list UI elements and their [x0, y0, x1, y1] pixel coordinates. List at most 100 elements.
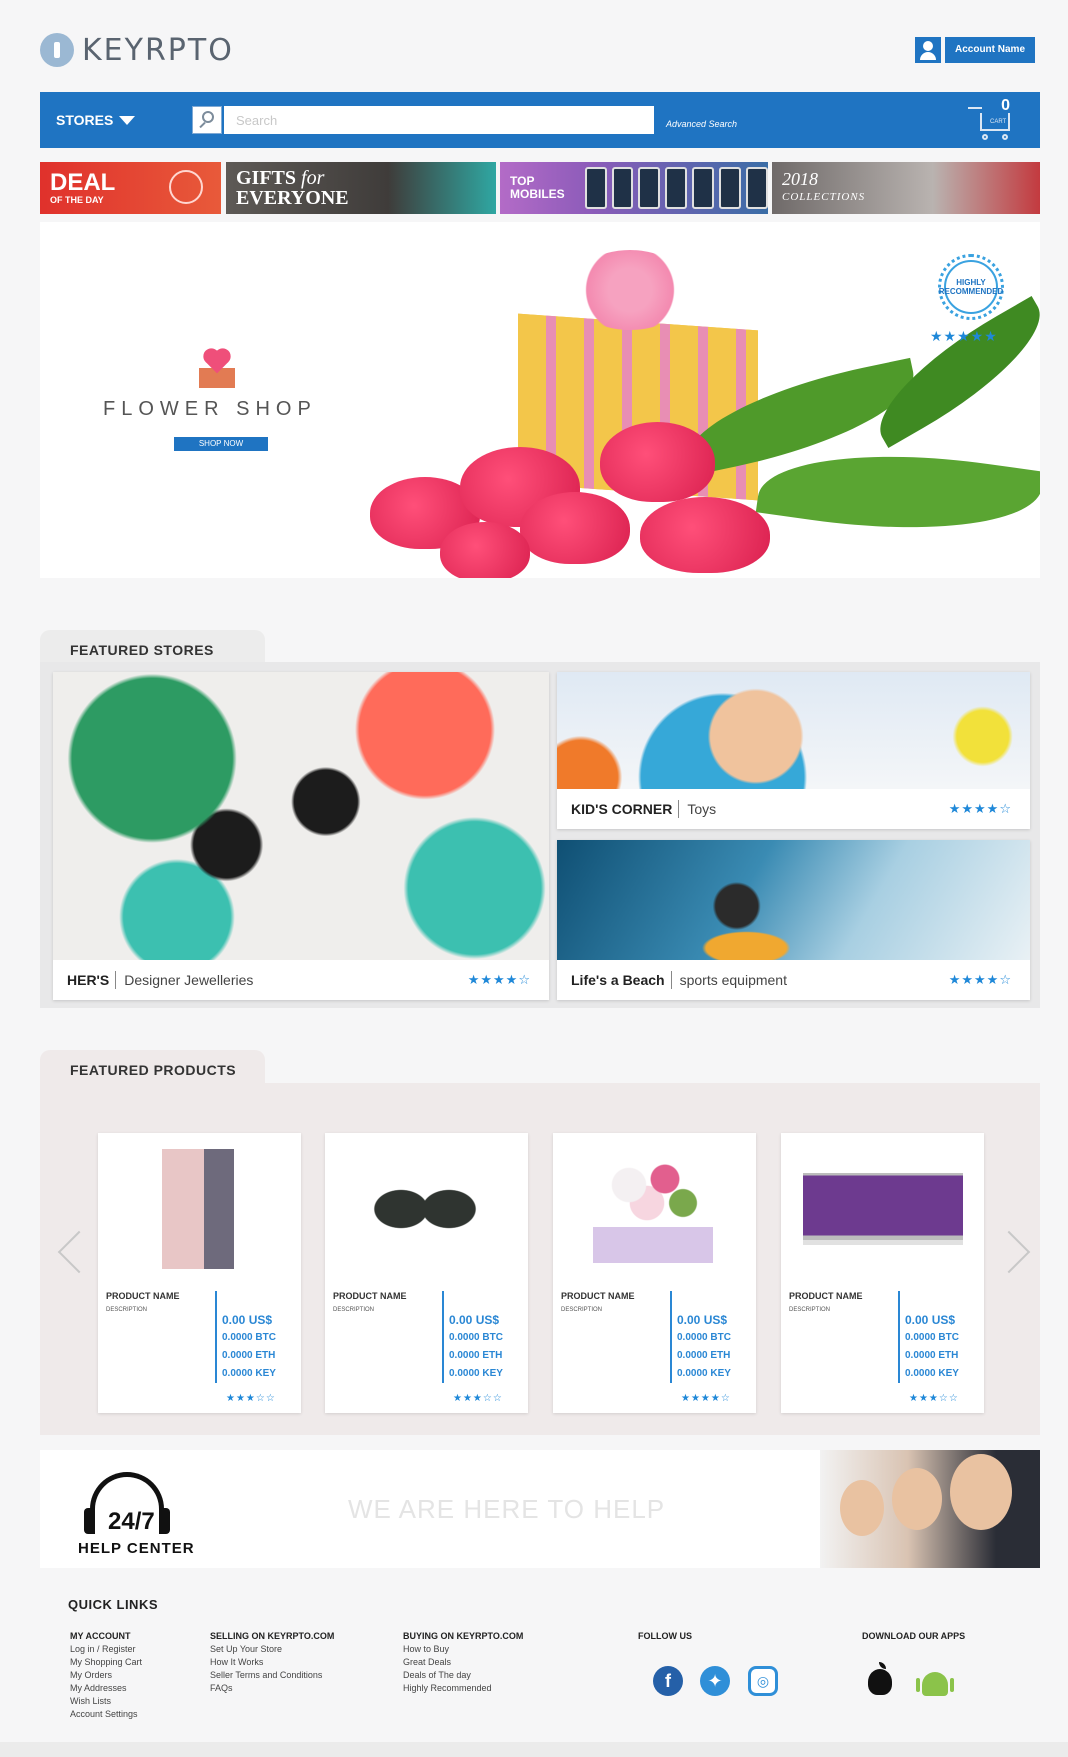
product-card[interactable]: PRODUCT NAME DESCRIPTION 0.00 US$ 0.0000… [325, 1133, 528, 1413]
price-eth: 0.0000 ETH [222, 1350, 276, 1361]
help-center-banner[interactable]: 24/7 HELP CENTER WE ARE HERE TO HELP [40, 1450, 1040, 1568]
product-card[interactable]: PRODUCT NAME DESCRIPTION 0.00 US$ 0.0000… [98, 1133, 301, 1413]
product-description: DESCRIPTION [106, 1307, 148, 1313]
search-button[interactable] [192, 106, 222, 134]
footer-link-addresses[interactable]: My Addresses [70, 1682, 142, 1695]
deal-title: DEAL [50, 168, 116, 196]
store-category: Toys [687, 801, 717, 817]
mobiles-line2: MOBILES [510, 187, 565, 201]
product-description: DESCRIPTION [333, 1307, 375, 1313]
store-caption: Life's a Beach sports equipment ★★★★☆ [557, 960, 1030, 1000]
footer-link-how-to-buy[interactable]: How to Buy [403, 1643, 523, 1656]
store-card-hers[interactable]: HER'S Designer Jewelleries ★★★★☆ [53, 672, 549, 1000]
promo-deal-of-the-day[interactable]: DEAL OF THE DAY [40, 162, 221, 214]
stores-dropdown[interactable]: STORES [56, 112, 186, 128]
product-rating-stars: ★★★☆☆ [453, 1393, 503, 1404]
tulip-image [440, 522, 530, 578]
footer-link-wishlists[interactable]: Wish Lists [70, 1695, 142, 1708]
cart-button[interactable]: 0 CART [966, 97, 1022, 141]
product-prices: 0.00 US$ 0.0000 BTC 0.0000 ETH 0.0000 KE… [449, 1311, 503, 1383]
agent-face-image [892, 1468, 942, 1530]
product-rating-stars: ★★★★☆ [681, 1393, 731, 1404]
footer-link-orders[interactable]: My Orders [70, 1669, 142, 1682]
help-hours: 24/7 [108, 1508, 155, 1535]
footer-link-how-it-works[interactable]: How It Works [210, 1656, 334, 1669]
footer-link-faqs[interactable]: FAQs [210, 1682, 334, 1695]
store-caption: KID'S CORNER Toys ★★★★☆ [557, 789, 1030, 829]
store-name: HER'S [67, 972, 110, 988]
promo-gifts-for-everyone[interactable]: GIFTS for EVERYONE [226, 162, 496, 214]
help-tagline: WE ARE HERE TO HELP [348, 1494, 666, 1524]
hero-title: FLOWER SHOP [103, 398, 317, 420]
jewellery-image [53, 672, 549, 960]
advanced-search-link[interactable]: Advanced Search [666, 119, 737, 129]
mobiles-line1: TOP [510, 174, 535, 188]
product-card[interactable]: PRODUCT NAME DESCRIPTION 0.00 US$ 0.0000… [781, 1133, 984, 1413]
footer-link-great-deals[interactable]: Great Deals [403, 1656, 523, 1669]
footer-col-buying: BUYING ON KEYRPTO.COM How to Buy Great D… [403, 1630, 523, 1695]
phone-image [638, 167, 661, 209]
price-usd: 0.00 US$ [449, 1313, 500, 1327]
product-card[interactable]: PRODUCT NAME DESCRIPTION 0.00 US$ 0.0000… [553, 1133, 756, 1413]
quick-links-title: QUICK LINKS [68, 1597, 158, 1612]
store-caption: HER'S Designer Jewelleries ★★★★☆ [53, 960, 549, 1000]
price-key: 0.0000 KEY [905, 1368, 959, 1379]
shop-now-button[interactable]: SHOP NOW [174, 437, 268, 451]
gifts-line1: GIFTS [236, 167, 297, 189]
footer-link-setup-store[interactable]: Set Up Your Store [210, 1643, 334, 1656]
price-eth: 0.0000 ETH [677, 1350, 731, 1361]
footer-link-seller-terms[interactable]: Seller Terms and Conditions [210, 1669, 334, 1682]
deal-subtitle: OF THE DAY [50, 194, 104, 205]
product-prices: 0.00 US$ 0.0000 BTC 0.0000 ETH 0.0000 KE… [222, 1311, 276, 1383]
instagram-icon[interactable]: ◎ [748, 1666, 778, 1696]
phone-image [719, 167, 742, 209]
phone-image [665, 167, 688, 209]
footer-heading: DOWNLOAD OUR APPS [862, 1631, 966, 1641]
footer-col-selling: SELLING ON KEYRPTO.COM Set Up Your Store… [210, 1630, 334, 1695]
agent-face-image [840, 1480, 884, 1536]
tulip-image [520, 492, 630, 564]
price-eth: 0.0000 ETH [449, 1350, 503, 1361]
account-menu[interactable]: Account Name [915, 37, 1035, 63]
account-name-button[interactable]: Account Name [945, 37, 1035, 63]
search-input[interactable] [224, 106, 654, 134]
footer-link-highly-recommended[interactable]: Highly Recommended [403, 1682, 523, 1695]
phone-image [746, 167, 768, 209]
agent-face-image [950, 1454, 1012, 1530]
twitter-icon[interactable]: ✦ [700, 1666, 730, 1696]
logo-key-icon [40, 33, 74, 67]
sunglasses-image [365, 1149, 485, 1269]
footer-heading: MY ACCOUNT [70, 1631, 131, 1641]
price-key: 0.0000 KEY [222, 1368, 276, 1379]
product-name: PRODUCT NAME [106, 1291, 180, 1301]
store-card-kids-corner[interactable]: KID'S CORNER Toys ★★★★☆ [557, 672, 1030, 829]
gift-ribbon-image [570, 250, 690, 330]
kid-toys-image [557, 672, 1030, 789]
store-card-lifes-a-beach[interactable]: Life's a Beach sports equipment ★★★★☆ [557, 840, 1030, 1000]
footer-link-deals-of-day[interactable]: Deals of The day [403, 1669, 523, 1682]
footer-col-my-account: MY ACCOUNT Log in / Register My Shopping… [70, 1630, 142, 1721]
footer-link-login[interactable]: Log in / Register [70, 1643, 142, 1656]
promo-2018-collections[interactable]: 2018 COLLECTIONS [772, 162, 1040, 214]
logo-text: KEYRPTO [82, 32, 234, 68]
price-btc: 0.0000 BTC [449, 1332, 503, 1343]
collections-year: 2018 [782, 169, 818, 189]
main-navbar: STORES Advanced Search 0 CART [40, 92, 1040, 148]
store-category: Designer Jewelleries [124, 972, 254, 988]
phone-image [611, 167, 634, 209]
apple-app-store-icon[interactable] [868, 1662, 892, 1695]
product-rating-stars: ★★★☆☆ [909, 1393, 959, 1404]
footer-link-cart[interactable]: My Shopping Cart [70, 1656, 142, 1669]
logo[interactable]: KEYRPTO [40, 30, 234, 70]
footer-link-settings[interactable]: Account Settings [70, 1708, 142, 1721]
android-app-icon[interactable] [916, 1672, 954, 1696]
store-rating-stars: ★★★★☆ [948, 972, 1012, 987]
phone-image [584, 167, 607, 209]
hero-banner-flower-shop[interactable]: FLOWER SHOP SHOP NOW HIGHLY RECOMMENDED … [40, 222, 1040, 578]
store-rating-stars: ★★★★☆ [467, 972, 531, 987]
store-rating-stars: ★★★★☆ [948, 801, 1012, 816]
promo-top-mobiles[interactable]: TOP MOBILES [500, 162, 768, 214]
facebook-icon[interactable]: f [653, 1666, 683, 1696]
user-icon[interactable] [915, 37, 941, 63]
price-usd: 0.00 US$ [677, 1313, 728, 1327]
